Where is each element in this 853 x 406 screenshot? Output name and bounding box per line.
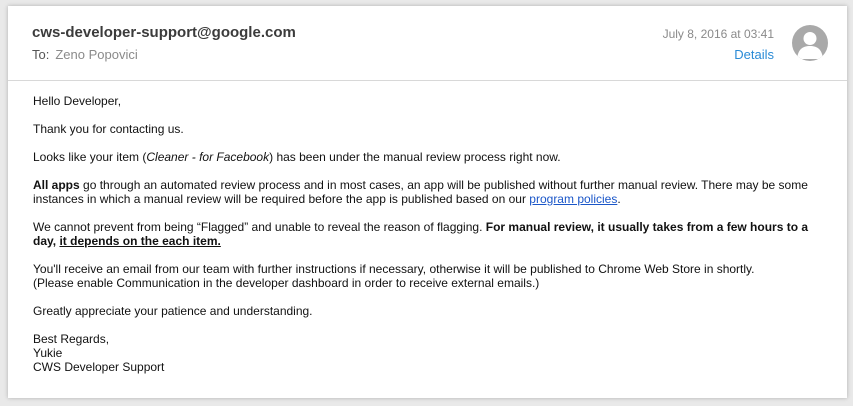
signature: Best Regards, Yukie CWS Developer Support [33,332,833,374]
review-process-period: . [617,192,621,206]
further-instructions-paragraph: You'll receive an email from our team wi… [33,262,833,290]
review-process-paragraph: All apps go through an automated review … [33,178,833,206]
recipient-line: To: Zeno Popovici [32,47,138,62]
details-link[interactable]: Details [734,47,774,62]
signature-closing: Best Regards, [33,332,110,346]
enable-communication-text: (Please enable Communication in the deve… [33,276,540,290]
item-review-paragraph: Looks like your item (Cleaner - for Face… [33,150,833,164]
signature-name: Yukie [33,346,63,360]
email-date: July 8, 2016 at 03:41 [662,27,774,41]
email-header: cws-developer-support@google.com To: Zeno… [8,6,847,81]
flagged-text: We cannot prevent from being “Flagged” a… [33,220,486,234]
flagged-paragraph: We cannot prevent from being “Flagged” a… [33,220,833,248]
email-message-view: cws-developer-support@google.com To: Zeno… [8,6,847,398]
item-name: Cleaner - for Facebook [146,150,270,164]
sender-avatar [792,25,828,61]
sender-address[interactable]: cws-developer-support@google.com [32,24,296,41]
item-review-text-end: ) has been under the manual review proce… [269,150,561,164]
program-policies-link[interactable]: program policies [529,192,617,206]
recipient-name[interactable]: Zeno Popovici [55,47,137,62]
appreciation-text: Greatly appreciate your patience and und… [33,304,313,318]
depends-on-item-text: it depends on the each item. [59,234,221,248]
signature-team: CWS Developer Support [33,360,165,374]
to-label: To: [32,47,50,62]
email-body: Hello Developer, Thank you for contactin… [33,94,833,388]
thanks-text: Thank you for contacting us. [33,122,184,136]
review-process-text: go through an automated review process a… [33,178,808,206]
all-apps-text: All apps [33,178,80,192]
item-review-text-start: Looks like your item ( [33,150,147,164]
person-icon [797,32,823,59]
further-instructions-text: You'll receive an email from our team wi… [33,262,755,276]
greeting-text: Hello Developer, [33,94,122,108]
